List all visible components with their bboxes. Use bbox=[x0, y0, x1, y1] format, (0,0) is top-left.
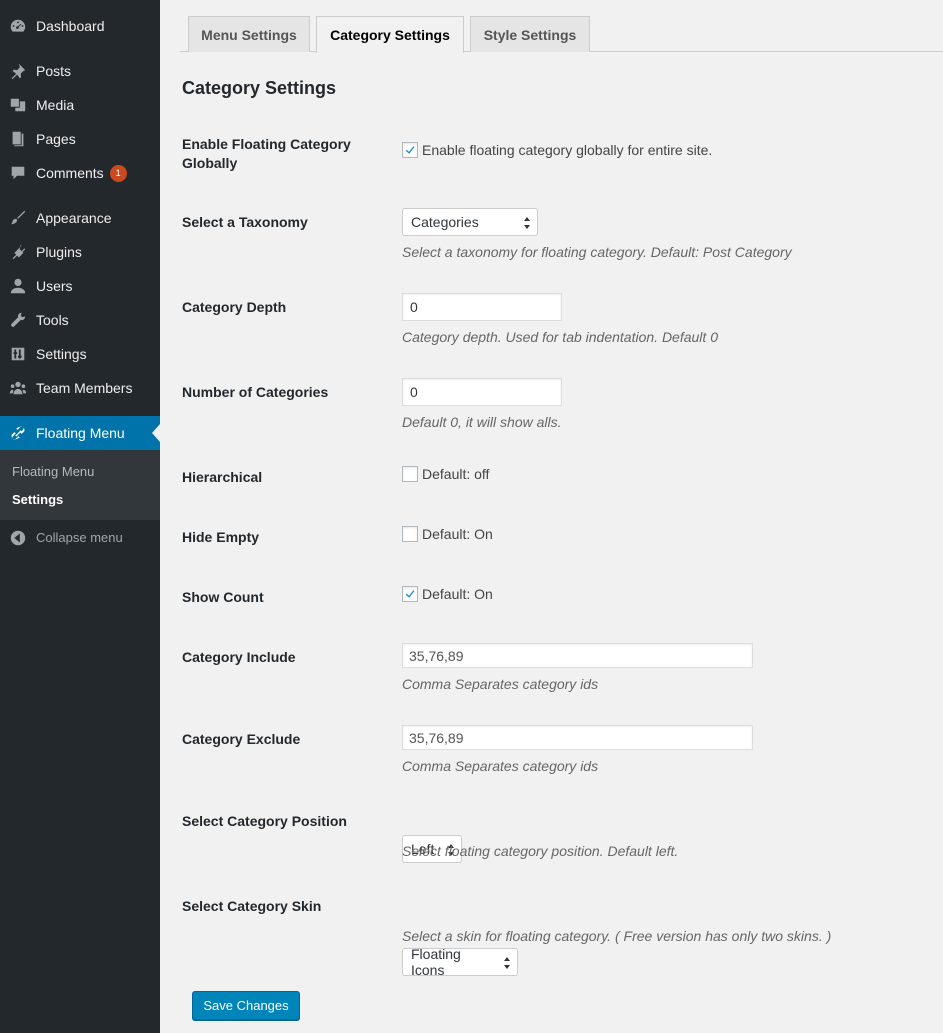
enable-floating-text: Enable floating category globally for en… bbox=[422, 142, 713, 158]
menu-item-comments[interactable]: Comments 1 bbox=[0, 156, 160, 190]
hierarchical-field: Default: off bbox=[402, 466, 489, 482]
checkmark-icon bbox=[405, 146, 415, 154]
depth-description: Category depth. Used for tab indentation… bbox=[402, 329, 718, 345]
category-skin-select[interactable]: Floating Icons bbox=[402, 946, 518, 978]
taxonomy-selected-value: Categories bbox=[411, 214, 479, 230]
pin-icon bbox=[0, 62, 36, 80]
plug-icon bbox=[0, 243, 36, 261]
floating-menu-submenu: Floating Menu Settings bbox=[0, 450, 160, 520]
tab-menu-settings[interactable]: Menu Settings bbox=[188, 16, 310, 52]
hide-empty-text: Default: On bbox=[422, 526, 493, 542]
taxonomy-label: Select a Taxonomy bbox=[182, 214, 308, 230]
include-label: Category Include bbox=[182, 649, 296, 665]
comment-icon bbox=[0, 164, 36, 182]
dashboard-icon bbox=[0, 17, 36, 35]
category-include-input[interactable]: 35,76,89 bbox=[402, 643, 753, 668]
menu-label: Users bbox=[36, 278, 73, 294]
brush-icon bbox=[0, 209, 36, 227]
menu-label: Settings bbox=[36, 346, 87, 362]
submenu-floating-menu[interactable]: Floating Menu bbox=[12, 464, 94, 479]
skin-label: Select Category Skin bbox=[182, 898, 322, 914]
position-description: Select floating category position. Defau… bbox=[402, 843, 679, 859]
sliders-icon bbox=[0, 345, 36, 363]
menu-label: Plugins bbox=[36, 244, 82, 260]
hide-empty-checkbox[interactable] bbox=[402, 526, 418, 542]
tab-category-settings[interactable]: Category Settings bbox=[316, 16, 464, 53]
number-description: Default 0, it will show alls. bbox=[402, 414, 562, 430]
pages-icon bbox=[0, 130, 36, 148]
menu-item-posts[interactable]: Posts bbox=[0, 54, 160, 88]
submenu-settings[interactable]: Settings bbox=[12, 492, 63, 507]
menu-label: Appearance bbox=[36, 210, 112, 226]
menu-item-tools[interactable]: Tools bbox=[0, 303, 160, 337]
enable-floating-checkbox[interactable] bbox=[402, 142, 418, 158]
category-exclude-input[interactable]: 35,76,89 bbox=[402, 725, 753, 750]
category-depth-input[interactable]: 0 bbox=[402, 293, 562, 321]
number-of-categories-input[interactable]: 0 bbox=[402, 378, 562, 406]
hierarchical-checkbox[interactable] bbox=[402, 466, 418, 482]
collapse-arrow-icon bbox=[0, 529, 36, 547]
select-arrows-icon bbox=[524, 217, 530, 229]
tab-style-settings[interactable]: Style Settings bbox=[470, 16, 590, 52]
checkmark-icon bbox=[405, 590, 415, 598]
hide-empty-label: Hide Empty bbox=[182, 529, 260, 545]
taxonomy-description: Select a taxonomy for floating category.… bbox=[402, 244, 792, 260]
menu-item-appearance[interactable]: Appearance bbox=[0, 201, 160, 235]
menu-label: Floating Menu bbox=[36, 425, 125, 441]
menu-label: Dashboard bbox=[36, 18, 105, 34]
menu-item-plugins[interactable]: Plugins bbox=[0, 235, 160, 269]
menu-item-settings[interactable]: Settings bbox=[0, 337, 160, 371]
hierarchical-label: Hierarchical bbox=[182, 469, 263, 485]
select-arrows-icon bbox=[504, 957, 510, 969]
depth-label: Category Depth bbox=[182, 299, 287, 315]
exclude-label: Category Exclude bbox=[182, 731, 301, 747]
menu-item-team-members[interactable]: Team Members bbox=[0, 371, 160, 405]
menu-label: Comments bbox=[36, 165, 104, 181]
show-count-label: Show Count bbox=[182, 589, 264, 605]
skin-description: Select a skin for floating category. ( F… bbox=[402, 928, 832, 944]
exclude-description: Comma Separates category ids bbox=[402, 758, 599, 774]
skin-selected-value: Floating Icons bbox=[411, 946, 461, 978]
include-description: Comma Separates category ids bbox=[402, 676, 599, 692]
media-icon bbox=[0, 96, 36, 114]
show-count-field: Default: On bbox=[402, 586, 493, 602]
menu-label: Media bbox=[36, 97, 75, 113]
menu-item-media[interactable]: Media bbox=[0, 88, 160, 122]
enable-floating-label: Enable Floating Category Globally bbox=[182, 136, 351, 171]
number-label: Number of Categories bbox=[182, 384, 329, 400]
comments-count-badge: 1 bbox=[109, 164, 127, 182]
show-count-text: Default: On bbox=[422, 586, 493, 602]
taxonomy-select[interactable]: Categories bbox=[402, 208, 538, 236]
menu-item-users[interactable]: Users bbox=[0, 269, 160, 303]
menu-label: Pages bbox=[36, 131, 76, 147]
hide-empty-field: Default: On bbox=[402, 526, 493, 542]
enable-floating-field: Enable floating category globally for en… bbox=[402, 142, 712, 158]
show-count-checkbox[interactable] bbox=[402, 586, 418, 602]
collapse-label: Collapse menu bbox=[36, 530, 123, 545]
position-label: Select Category Position bbox=[182, 813, 347, 829]
menu-item-floating-menu[interactable]: Floating Menu bbox=[0, 416, 160, 450]
hierarchical-text: Default: off bbox=[422, 466, 490, 482]
menu-item-dashboard[interactable]: Dashboard bbox=[0, 9, 160, 43]
menu-label: Posts bbox=[36, 63, 72, 79]
group-icon bbox=[0, 379, 36, 397]
menu-label: Tools bbox=[36, 312, 69, 328]
settings-tabs: Menu Settings Category Settings Style Se… bbox=[180, 16, 943, 53]
menu-label: Team Members bbox=[36, 380, 133, 396]
save-changes-button[interactable]: Save Changes bbox=[192, 991, 300, 1020]
menu-item-pages[interactable]: Pages bbox=[0, 122, 160, 156]
page-title: Category Settings bbox=[182, 78, 337, 98]
user-icon bbox=[0, 277, 36, 295]
admin-sidebar: Dashboard Posts Media Pages Comments 1 A… bbox=[0, 0, 160, 1033]
wrench-icon bbox=[0, 311, 36, 329]
collapse-menu-button[interactable]: Collapse menu bbox=[0, 521, 160, 555]
link-icon bbox=[0, 424, 36, 442]
